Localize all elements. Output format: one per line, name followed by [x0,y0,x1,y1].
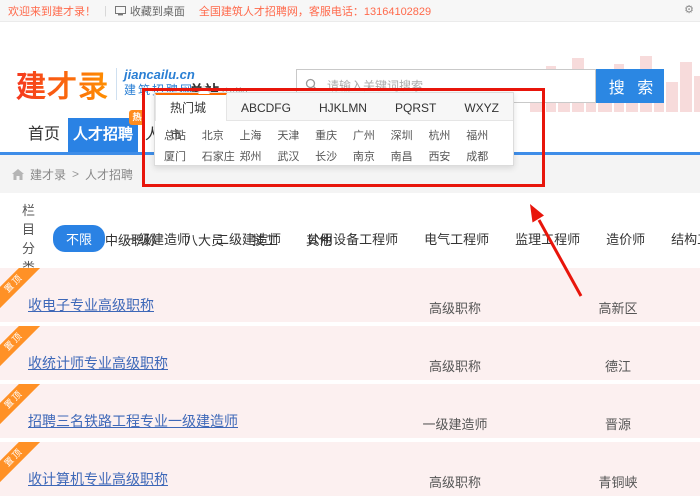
nav-item-home[interactable]: 首页 [20,118,68,152]
city-link-长沙[interactable]: 长沙 [315,148,353,164]
topbar-divider: | [104,5,107,17]
city-tab-PQRST[interactable]: PQRST [381,93,450,120]
logo-divider [116,68,117,100]
nav-item-jobs-label: 人才招聘 [73,126,133,143]
job-title-link[interactable]: 收电子专业高级职称 [28,295,154,315]
job-title-link[interactable]: 招聘三名铁路工程专业一级建造师 [28,411,238,431]
city-link-成都[interactable]: 成都 [466,148,504,164]
city-tab-HJKLMN[interactable]: HJKLMN [305,93,381,120]
search-button[interactable]: 搜 索 [596,69,664,103]
city-list: 总站北京上海天津重庆广州深圳杭州福州厦门石家庄郑州武汉长沙南京南昌西安成都 [155,121,513,166]
city-row: 总站北京上海天津重庆广州深圳杭州福州 [164,124,504,145]
city-tab-热门城市[interactable]: 热门城市 [155,93,227,121]
home-icon[interactable] [12,169,24,180]
job-category: 一级建造师 [400,414,510,433]
job-category: 高级职称 [400,472,510,491]
city-row: 厦门石家庄郑州武汉长沙南京南昌西安成都 [164,145,504,166]
job-listings: 置顶收电子专业高级职称高级职称高新区置顶收统计师专业高级职称高级职称德江置顶招聘… [0,258,700,500]
city-link-厦门[interactable]: 厦门 [164,148,202,164]
filter-item-技工[interactable]: 技工 [252,230,278,249]
filter-item-监理工程师[interactable]: 监理工程师 [515,229,580,248]
job-listing-row: 置顶收统计师专业高级职称高级职称德江 [0,326,700,380]
job-location: 高新区 [580,298,656,317]
city-link-天津[interactable]: 天津 [277,127,315,143]
city-link-南昌[interactable]: 南昌 [391,148,429,164]
job-category: 高级职称 [400,298,510,317]
monitor-icon [115,6,126,16]
job-title-link[interactable]: 收统计师专业高级职称 [28,353,168,373]
job-listing-row: 置顶收电子专业高级职称高级职称高新区 [0,268,700,322]
city-link-广州[interactable]: 广州 [353,127,391,143]
job-listing-row: 置顶招聘三名铁路工程专业一级建造师一级建造师晋源 [0,384,700,438]
city-link-总站[interactable]: 总站 [164,127,202,143]
filter-item-其他[interactable]: 其他 [306,230,332,249]
welcome-text: 欢迎来到建才录！ [8,3,96,19]
breadcrumb-current[interactable]: 人才招聘 [85,166,133,183]
job-listing-row: 置顶收计算机专业高级职称高级职称青铜峡 [0,442,700,496]
filter-item-八大员[interactable]: 八大员 [185,230,224,249]
city-tab-ABCDFG[interactable]: ABCDFG [227,93,305,120]
city-link-福州[interactable]: 福州 [466,127,504,143]
job-title-link[interactable]: 收计算机专业高级职称 [28,469,168,489]
filter-item-结构工程师[interactable]: 结构工程师 [671,229,700,248]
filter-item-造价师[interactable]: 造价师 [606,229,645,248]
filter-row-2: 中级职称 八大员 技工 其他 [105,230,360,249]
filter-item-电气工程师[interactable]: 电气工程师 [424,229,489,248]
city-link-北京[interactable]: 北京 [202,127,240,143]
city-tab-bar: 热门城市ABCDFGHJKLMNPQRSTWXYZ [155,93,513,121]
city-link-石家庄[interactable]: 石家庄 [202,148,240,164]
breadcrumb-home[interactable]: 建才录 [30,166,66,183]
favorite-label: 收藏到桌面 [130,3,185,19]
city-link-南京[interactable]: 南京 [353,148,391,164]
favorite-to-desktop-link[interactable]: 收藏到桌面 [115,3,185,19]
job-location: 晋源 [580,414,656,433]
breadcrumb-separator: > [72,167,79,181]
city-link-郑州[interactable]: 郑州 [240,148,278,164]
filter-item-中级职称[interactable]: 中级职称 [105,230,157,249]
job-category: 高级职称 [400,356,510,375]
city-link-重庆[interactable]: 重庆 [315,127,353,143]
nav-item-jobs[interactable]: 人才招聘 热 [68,118,138,152]
top-bar: 欢迎来到建才录！ | 收藏到桌面 全国建筑人才招聘网，客服电话：13164102… [0,0,700,22]
city-dropdown-panel: 热门城市ABCDFGHJKLMNPQRSTWXYZ 总站北京上海天津重庆广州深圳… [154,92,514,166]
city-link-西安[interactable]: 西安 [428,148,466,164]
category-filter-section: 栏目分类 不限一级建造师二级建造师公用设备工程师电气工程师监理工程师造价师结构工… [0,193,700,258]
city-link-深圳[interactable]: 深圳 [391,127,429,143]
filter-item-不限[interactable]: 不限 [53,225,105,252]
city-link-上海[interactable]: 上海 [240,127,278,143]
dropdown-caret-inner [198,87,210,94]
service-hotline-text: 全国建筑人才招聘网，客服电话：13164102829 [199,3,431,19]
city-tab-WXYZ[interactable]: WXYZ [450,93,513,120]
job-location: 德江 [580,356,656,375]
city-link-杭州[interactable]: 杭州 [428,127,466,143]
job-location: 青铜峡 [580,472,656,491]
site-logo[interactable]: 建才录 [16,62,109,106]
hot-badge: 热 [129,110,145,125]
city-link-武汉[interactable]: 武汉 [277,148,315,164]
settings-icon[interactable]: ⚙ [684,3,694,16]
